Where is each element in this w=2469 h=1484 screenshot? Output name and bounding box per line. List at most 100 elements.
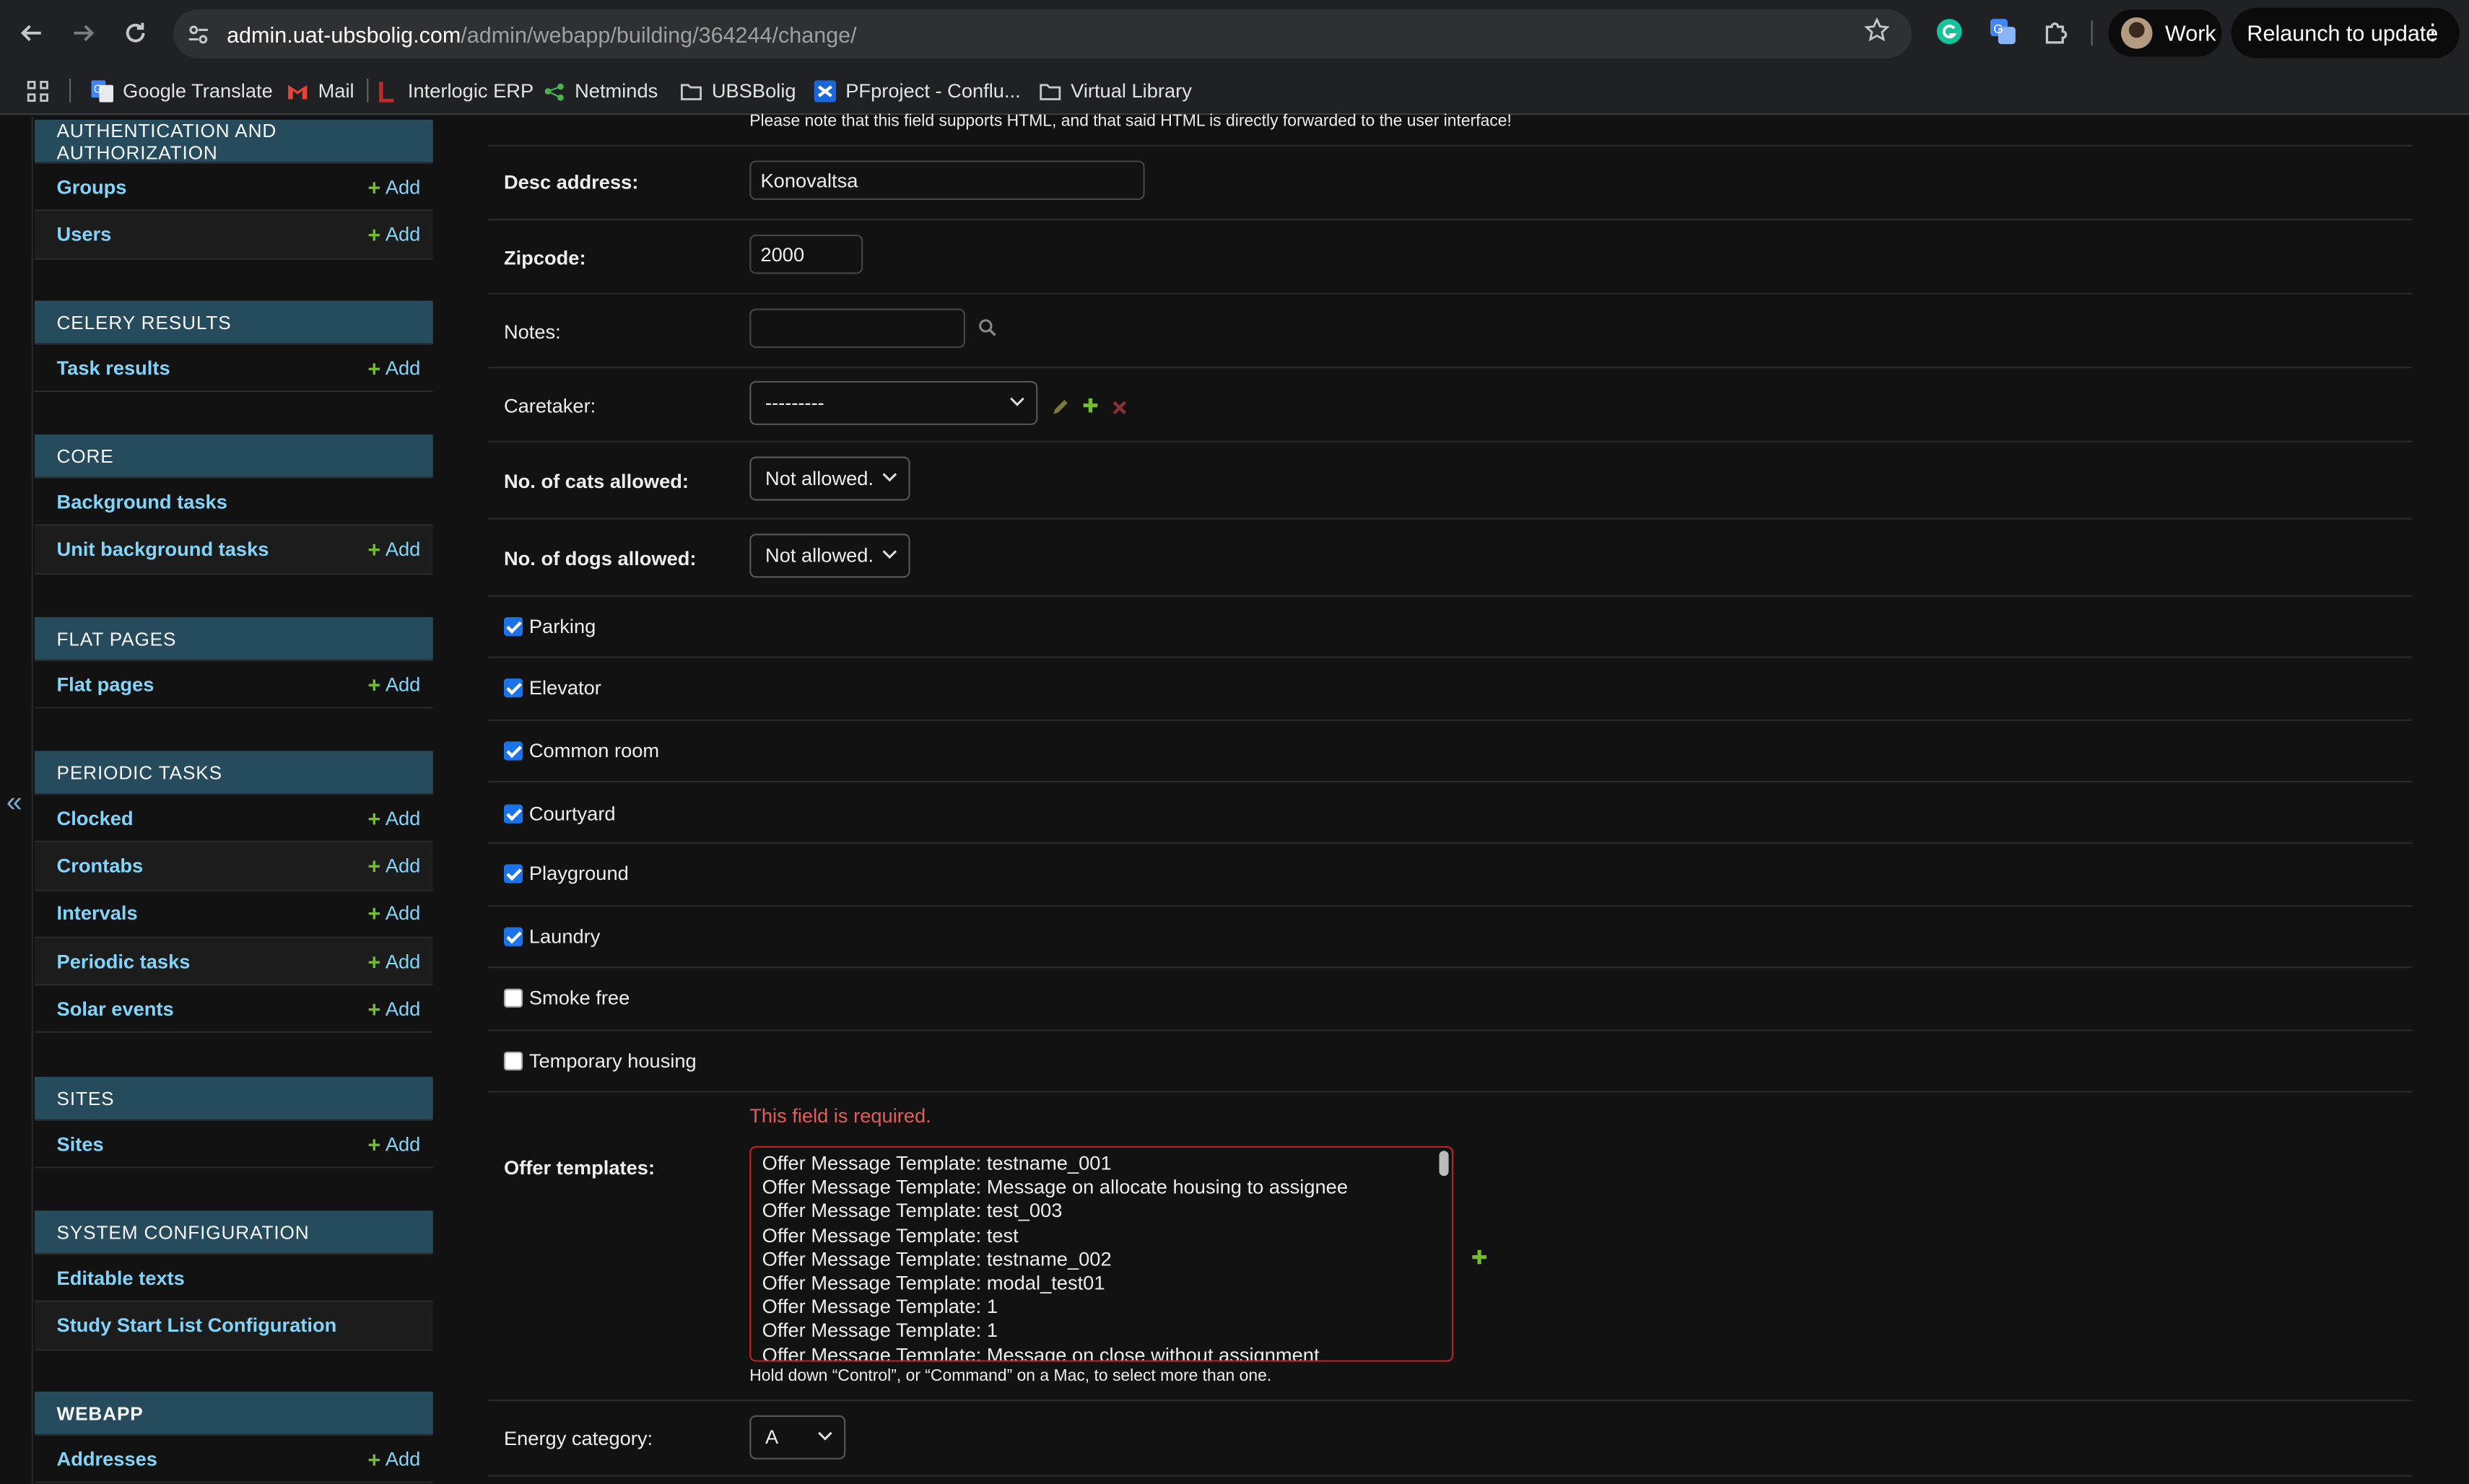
bookmark-ubsbolig[interactable]: UBSBolig [680,79,796,104]
module-caption[interactable]: SYSTEM CONFIGURATION [34,1210,433,1254]
model-link[interactable]: Intervals [57,902,138,925]
model-link[interactable]: Flat pages [57,673,154,696]
relaunch-button[interactable]: Relaunch to update ⋮ [2231,7,2460,58]
temporary-housing-checkbox[interactable] [503,1051,523,1071]
back-icon[interactable] [9,11,53,55]
module-caption[interactable]: PERIODIC TASKS [34,751,433,794]
bookmark-google-translate[interactable]: G Google Translate [91,79,273,104]
model-link[interactable]: Crontabs [57,855,144,877]
bookmark-pfproject[interactable]: PFproject - Conflu... [814,79,1021,104]
module-caption[interactable]: FLAT PAGES [34,616,433,660]
select-option[interactable]: Offer Message Template: 1 [762,1296,1452,1319]
chevron-down-icon [882,550,897,559]
add-link[interactable]: + Add [367,948,420,974]
offer-templates-multiselect[interactable]: Offer Message Template: testname_001 Off… [749,1145,1454,1362]
checkbox-label: Parking [528,615,596,638]
extensions-puzzle-icon[interactable] [2041,16,2073,48]
select-option[interactable]: Offer Message Template: 1 [762,1319,1452,1343]
forward-icon[interactable] [61,11,105,55]
module-caption[interactable]: CORE [34,434,433,477]
bookmark-netminds[interactable]: Netminds [543,79,658,104]
bookmark-virtual-library[interactable]: Virtual Library [1040,79,1192,104]
address-bar[interactable]: admin.uat-ubsbolig.com/admin/webapp/buil… [173,9,1912,58]
model-link[interactable]: Task results [57,357,170,379]
sidebar-item-intervals: Intervals + Add [34,889,433,937]
module-caption[interactable]: AUTHENTICATION AND AUTHORIZATION [34,119,433,163]
model-link[interactable]: Unit background tasks [57,538,269,561]
dogs-allowed-select[interactable]: Not allowed. [749,533,910,578]
apps-grid-icon[interactable] [27,79,49,104]
common-room-checkbox[interactable] [503,741,523,761]
add-related-icon[interactable] [1471,1245,1489,1265]
zipcode-input[interactable]: 2000 [749,234,863,274]
module-caption[interactable]: WEBAPP [34,1392,433,1434]
model-link[interactable]: Study Start List Configuration [57,1314,337,1337]
field-label: Zipcode: [503,247,586,269]
module-caption[interactable]: SITES [34,1076,433,1119]
energy-category-select[interactable]: A [749,1415,846,1459]
model-link[interactable]: Addresses [57,1448,157,1470]
laundry-checkbox[interactable] [503,927,523,946]
edit-pencil-icon[interactable] [1052,395,1071,414]
add-link[interactable]: + Add [367,174,420,199]
model-link[interactable]: Background tasks [57,491,227,513]
scrollbar-thumb[interactable] [1439,1151,1449,1177]
select-option[interactable]: Offer Message Template: testname_002 [762,1248,1452,1272]
add-link[interactable]: + Add [367,537,420,562]
field-label: Caretaker: [503,395,596,417]
translate-extension-icon[interactable]: G [1987,16,2019,48]
desc-address-input[interactable]: Konovaltsa [749,160,1145,200]
add-link[interactable]: + Add [367,672,420,697]
more-menu-icon[interactable]: ⋮ [2422,19,2444,45]
add-link[interactable]: + Add [367,1131,420,1156]
reload-icon[interactable] [113,11,157,55]
sidebar-item-flat-pages: Flat pages + Add [34,659,433,707]
select-option[interactable]: Offer Message Template: Message on alloc… [762,1177,1452,1200]
model-link[interactable]: Sites [57,1133,104,1156]
delete-related-icon[interactable] [1112,395,1131,415]
model-link[interactable]: Groups [57,175,127,198]
module-caption[interactable]: CELERY RESULTS [34,300,433,344]
grammarly-icon[interactable] [1933,16,1965,48]
sidebar-item-periodic-tasks: Periodic tasks + Add [34,936,433,985]
model-link[interactable]: Users [57,224,112,246]
sidebar-item-addresses: Addresses + Add [34,1433,433,1483]
add-related-icon[interactable] [1081,393,1100,413]
site-info-icon[interactable] [183,18,214,50]
model-link[interactable]: Editable texts [57,1267,185,1289]
model-link[interactable]: Periodic tasks [57,950,191,972]
add-link[interactable]: + Add [367,222,420,247]
caretaker-select[interactable]: --------- [749,380,1038,425]
add-link[interactable]: + Add [367,806,420,831]
notes-input[interactable] [749,308,966,349]
elevator-checkbox[interactable] [503,678,523,698]
select-option[interactable]: Offer Message Template: Message on close… [762,1344,1452,1361]
plus-icon: + [367,996,381,1022]
select-option[interactable]: Offer Message Template: test [762,1224,1452,1248]
form-row-common-room: Common room [488,721,2413,783]
add-link[interactable]: + Add [367,853,420,878]
model-link[interactable]: Clocked [57,807,134,829]
model-link[interactable]: Solar events [57,998,174,1020]
sidebar-collapse-toggle[interactable]: « [0,116,33,1484]
bookmark-interlogic[interactable]: Interlogic ERP [376,79,534,104]
profile-label: Work [2165,20,2216,46]
bookmark-star-icon[interactable] [1864,17,1890,51]
add-link[interactable]: + Add [367,996,420,1021]
bookmark-label: Netminds [575,80,658,102]
profile-button[interactable]: Work [2108,9,2222,57]
cats-allowed-select[interactable]: Not allowed. [749,456,910,501]
search-lookup-icon[interactable] [977,316,996,336]
playground-checkbox[interactable] [503,864,523,883]
parking-checkbox[interactable] [503,616,523,637]
select-option[interactable]: Offer Message Template: testname_001 [762,1153,1452,1177]
add-link[interactable]: + Add [367,355,420,380]
field-label: Energy category: [503,1428,653,1450]
select-option[interactable]: Offer Message Template: modal_test01 [762,1272,1452,1296]
smoke-free-checkbox[interactable] [503,988,523,1008]
bookmark-mail[interactable]: Mail [287,79,354,104]
add-link[interactable]: + Add [367,1446,420,1472]
courtyard-checkbox[interactable] [503,804,523,824]
add-link[interactable]: + Add [367,901,420,926]
select-option[interactable]: Offer Message Template: test_003 [762,1200,1452,1224]
